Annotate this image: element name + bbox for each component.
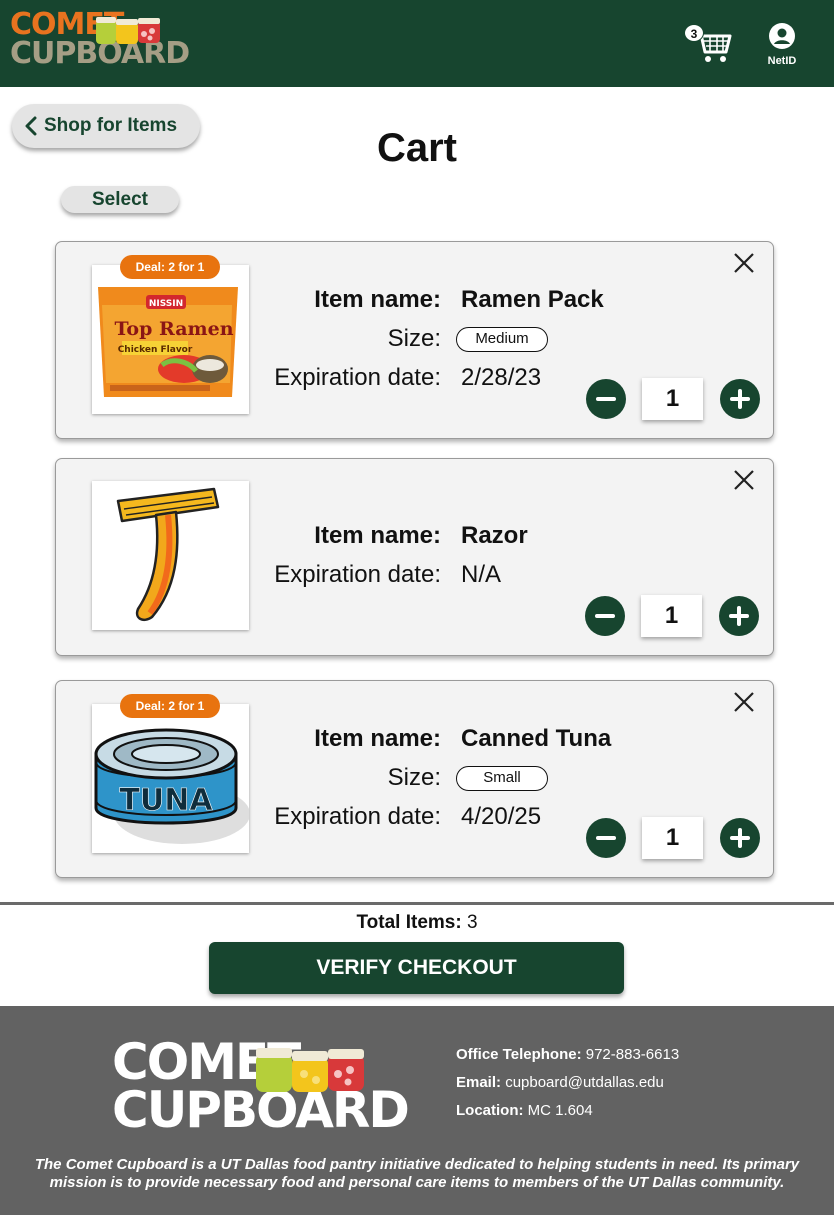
footer-logo: COMET CUPBOARD [112,1037,410,1138]
expiration-value: 2/28/23 [461,364,542,391]
comet-cupboard-logo[interactable]: COMET CUPBOARD [10,10,190,72]
decrease-quantity-button[interactable] [585,596,625,636]
decrease-quantity-button[interactable] [586,818,626,858]
account-label: NetID [767,55,797,67]
item-image [92,481,249,630]
expiration-value: 4/20/25 [461,803,542,830]
increase-quantity-button[interactable] [720,818,760,858]
page-title: Cart [376,126,458,170]
decrease-quantity-button[interactable] [586,379,626,419]
select-button[interactable]: Select [61,186,179,213]
contact-location: Location: MC 1.604 [456,1102,593,1119]
contact-phone: Office Telephone: 972-883-6613 [456,1046,679,1063]
user-account-icon [769,23,795,49]
item-name-value: Razor [461,522,528,549]
increase-quantity-button[interactable] [720,379,760,419]
footer: COMET CUPBOARD Office Telephone: 972-883… [0,1006,834,1215]
location-value: MC 1.604 [527,1102,593,1119]
deal-badge: Deal: 2 for 1 [120,694,220,718]
cart-item-card: Deal: 2 for 1 NISSIN Top Ramen Chicken F… [55,241,774,439]
jars-icon [96,17,160,44]
cart-count-badge: 3 [684,24,704,42]
email-label: Email: [456,1074,502,1091]
razor-image [116,487,220,621]
expiration-value: N/A [461,561,502,588]
total-items: Total Items: 3 [0,912,834,934]
contact-email: Email: cupboard@utdallas.edu [456,1074,664,1091]
size-badge: Medium [456,327,548,352]
deal-badge: Deal: 2 for 1 [120,255,220,279]
item-name-label: Item name: [314,522,441,549]
quantity-value[interactable]: 1 [641,595,702,637]
mission-statement: The Comet Cupboard is a UT Dallas food p… [34,1156,800,1191]
phone-label: Office Telephone: [456,1046,582,1063]
size-label: Size: [387,325,441,352]
size-label: Size: [387,764,441,791]
expiration-label: Expiration date: [274,803,441,830]
cart-item-card: Deal: 2 for 1 TUNA Item name: Canned Tun… [55,680,774,878]
item-name-label: Item name: [314,725,441,752]
item-name-value: Ramen Pack [461,286,604,313]
top-header: COMET CUPBOARD 3 NetID [0,0,834,87]
remove-item-close-icon[interactable] [733,252,755,274]
expiration-label: Expiration date: [274,561,441,588]
total-items-label: Total Items: [356,912,462,933]
account-button[interactable]: NetID [757,22,807,72]
divider [0,902,834,905]
quantity-value[interactable]: 1 [642,817,703,859]
location-label: Location: [456,1102,524,1119]
total-items-value: 3 [466,912,478,933]
expiration-label: Expiration date: [274,364,441,391]
verify-checkout-button[interactable]: VERIFY CHECKOUT [209,942,624,994]
size-badge: Small [456,766,548,791]
increase-quantity-button[interactable] [719,596,759,636]
jars-icon [256,1048,364,1092]
remove-item-close-icon[interactable] [733,691,755,713]
phone-value[interactable]: 972-883-6613 [586,1046,679,1063]
email-value[interactable]: cupboard@utdallas.edu [505,1074,664,1091]
cart-item-card: Item name: Razor Expiration date: N/A 1 [55,458,774,656]
quantity-value[interactable]: 1 [642,378,703,420]
remove-item-close-icon[interactable] [733,469,755,491]
item-name-label: Item name: [314,286,441,313]
item-name-value: Canned Tuna [461,725,612,752]
